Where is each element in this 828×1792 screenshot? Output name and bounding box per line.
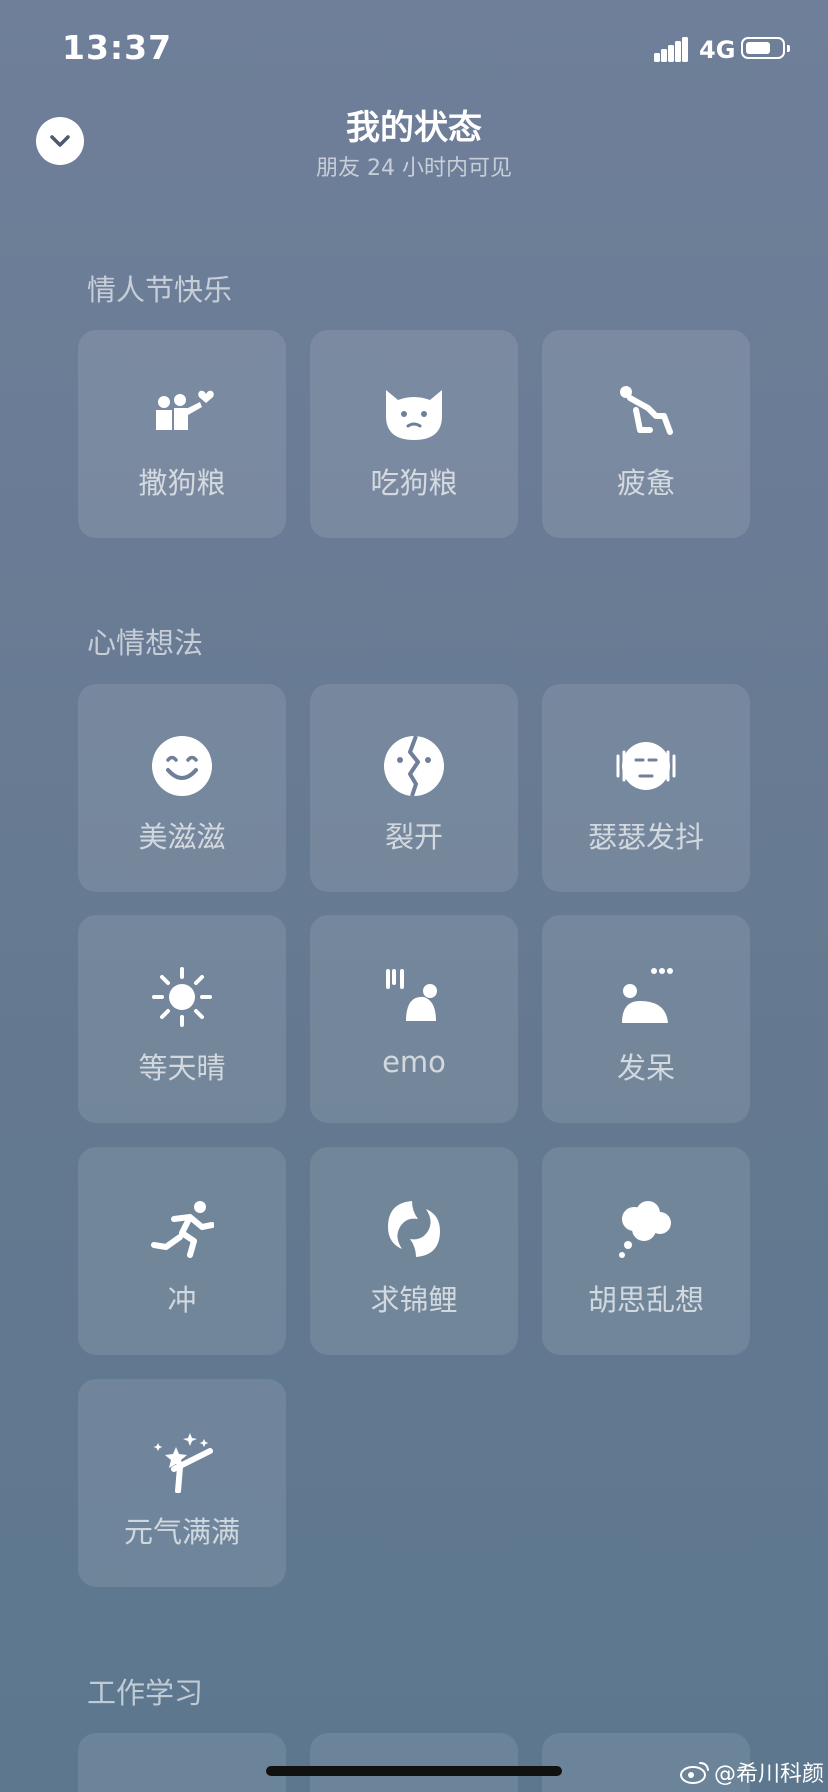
section-title-work: 工作学习 xyxy=(87,1676,204,1710)
home-indicator[interactable] xyxy=(266,1766,562,1776)
sun-icon xyxy=(152,967,212,1027)
sad-crouching-person-icon xyxy=(386,969,437,1021)
status-label: 胡思乱想 xyxy=(587,1283,704,1317)
koi-fish-icon xyxy=(388,1201,440,1257)
page-subtitle: 朋友 24 小时内可见 xyxy=(316,156,512,181)
tired-person-icon xyxy=(620,386,673,435)
status-card-tired[interactable]: 疲惫 xyxy=(542,330,750,538)
smile-face-icon xyxy=(152,736,212,796)
status-card-liekai[interactable]: 裂开 xyxy=(310,684,518,892)
running-person-icon xyxy=(151,1201,214,1258)
status-card-meizizi[interactable]: 美滋滋 xyxy=(78,684,286,892)
cracked-face-icon xyxy=(384,735,444,797)
couple-heart-icon xyxy=(156,390,214,430)
status-label: emo xyxy=(382,1045,446,1079)
status-card-sahgouliang[interactable]: 撒狗粮 xyxy=(78,330,286,538)
status-card-dengtianqing[interactable]: 等天晴 xyxy=(78,915,286,1123)
status-label: 撒狗粮 xyxy=(138,466,226,500)
status-label: 吃狗粮 xyxy=(370,466,458,500)
daze-person-icon xyxy=(622,968,673,1023)
status-card-shiver[interactable]: 瑟瑟发抖 xyxy=(542,684,750,892)
watermark-text: @希川科颜 xyxy=(714,1762,825,1787)
status-label: 美滋滋 xyxy=(138,820,226,854)
status-card-qiujinli[interactable]: 求锦鲤 xyxy=(310,1147,518,1355)
dog-face-icon xyxy=(386,390,442,440)
battery-fill xyxy=(746,42,770,54)
status-card-chong[interactable]: 冲 xyxy=(78,1147,286,1355)
network-type: 4G xyxy=(699,36,736,64)
status-bar: 13:37 4G xyxy=(0,0,828,100)
status-card-chigouliang[interactable]: 吃狗粮 xyxy=(310,330,518,538)
watermark: @希川科颜 xyxy=(680,1756,824,1788)
weibo-logo-icon xyxy=(680,1762,709,1784)
section-title-mood: 心情想法 xyxy=(87,626,204,660)
status-label: 等天晴 xyxy=(138,1051,226,1085)
section-title-valentine: 情人节快乐 xyxy=(87,273,233,307)
status-time: 13:37 xyxy=(62,28,173,67)
status-card-partial[interactable] xyxy=(310,1733,518,1792)
status-label: 元气满满 xyxy=(123,1515,240,1549)
status-label: 发呆 xyxy=(616,1051,675,1085)
status-card-emo[interactable]: emo xyxy=(310,915,518,1123)
energetic-person-icon xyxy=(153,1433,213,1493)
page-title: 我的状态 xyxy=(346,108,482,148)
status-label: 冲 xyxy=(167,1283,197,1317)
status-card-husiluanxiang[interactable]: 胡思乱想 xyxy=(542,1147,750,1355)
status-label: 裂开 xyxy=(384,820,443,854)
shivering-face-icon xyxy=(616,742,676,790)
status-label: 求锦鲤 xyxy=(370,1283,458,1317)
thought-bubble-icon xyxy=(619,1201,671,1258)
signal-icon xyxy=(654,36,688,62)
status-card-fadai[interactable]: 发呆 xyxy=(542,915,750,1123)
status-label: 瑟瑟发抖 xyxy=(587,820,704,854)
status-label: 疲惫 xyxy=(616,466,675,500)
status-card-yuanqimanman[interactable]: 元气满满 xyxy=(78,1379,286,1587)
status-card-partial[interactable] xyxy=(78,1733,286,1792)
battery-icon xyxy=(741,37,790,59)
